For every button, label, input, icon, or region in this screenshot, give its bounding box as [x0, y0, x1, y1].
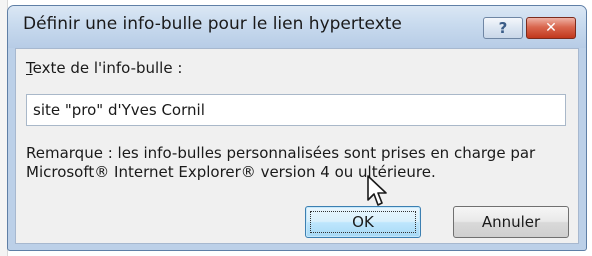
ok-button[interactable]: OK	[305, 206, 421, 238]
tooltip-text-input[interactable]	[26, 94, 566, 126]
dialog-body: Texte de l'info-bulle : Remarque : les i…	[15, 48, 579, 244]
dialog-title: Définir une info-bulle pour le lien hype…	[23, 14, 402, 34]
cancel-button-label: Annuler	[481, 213, 541, 231]
close-button[interactable]: ✕	[526, 17, 576, 39]
question-icon: ?	[498, 19, 508, 37]
help-button[interactable]: ?	[483, 17, 523, 39]
tooltip-dialog: Définir une info-bulle pour le lien hype…	[7, 5, 587, 251]
remark-text: Remarque : les info-bulles personnalisée…	[26, 144, 536, 181]
screenshot-page: Définir une info-bulle pour le lien hype…	[0, 0, 592, 256]
close-icon: ✕	[545, 20, 557, 36]
cancel-button[interactable]: Annuler	[453, 206, 569, 238]
focus-ring	[310, 211, 416, 233]
mouse-pointer-icon	[367, 175, 387, 206]
title-bar[interactable]: Définir une info-bulle pour le lien hype…	[8, 6, 586, 48]
tooltip-text-label: Texte de l'info-bulle :	[26, 59, 183, 77]
